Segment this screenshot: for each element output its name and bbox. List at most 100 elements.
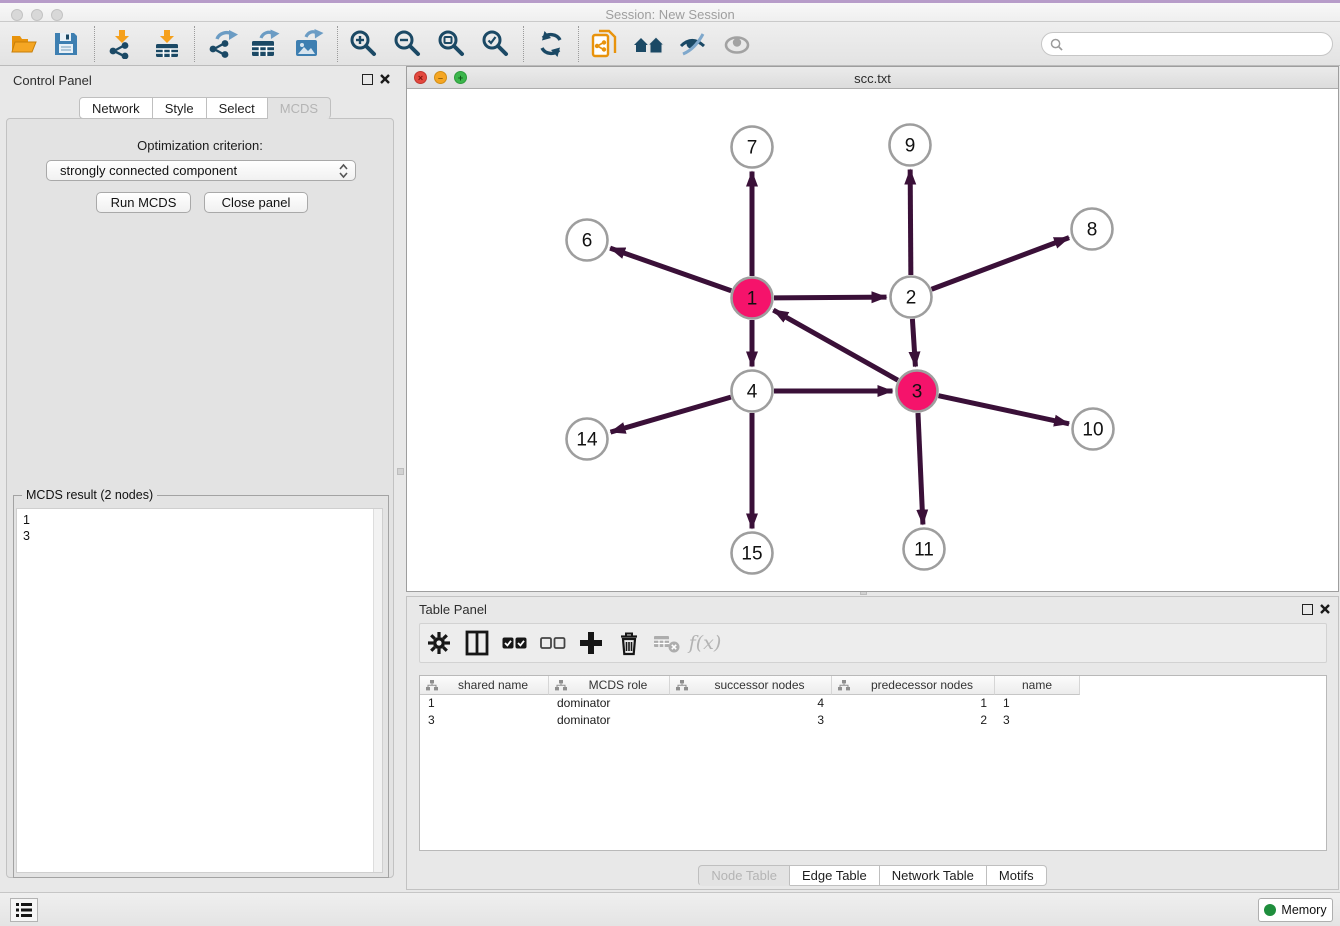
network-window-titlebar[interactable]: × – + scc.txt — [407, 67, 1338, 89]
column-header-shared-name[interactable]: shared name — [420, 676, 549, 695]
table-cell[interactable]: dominator — [549, 695, 670, 712]
close-panel-button[interactable]: Close panel — [204, 192, 308, 213]
graph-node-15[interactable]: 15 — [732, 533, 773, 574]
graph-node-1[interactable]: 1 — [732, 278, 773, 319]
tab-network-table[interactable]: Network Table — [880, 865, 987, 886]
mcds-result-scrollbar[interactable] — [373, 509, 382, 872]
toolbar-separator — [94, 26, 95, 62]
task-history-button[interactable] — [10, 898, 38, 922]
tab-motifs[interactable]: Motifs — [987, 865, 1047, 886]
optimization-criterion-select[interactable]: strongly connected component — [46, 160, 356, 181]
table-cell[interactable]: 1 — [995, 695, 1080, 712]
graph-node-14[interactable]: 14 — [567, 419, 608, 460]
graph-edge-3-1[interactable] — [773, 310, 897, 380]
table-tabs: Node TableEdge TableNetwork TableMotifs — [407, 865, 1338, 886]
column-header-predecessor-nodes[interactable]: predecessor nodes — [832, 676, 995, 695]
export-image-icon[interactable] — [292, 28, 326, 60]
network-canvas-svg[interactable]: 7 9 6 8 1 2 4 3 14 10 15 11 — [407, 89, 1338, 591]
zoom-selected-icon[interactable] — [478, 28, 512, 60]
graph-node-6[interactable]: 6 — [567, 220, 608, 261]
toolbar-separator — [523, 26, 524, 62]
delete-column-icon[interactable] — [610, 627, 648, 659]
vertical-splitter-handle[interactable] — [397, 468, 404, 475]
column-header-name[interactable]: name — [995, 676, 1080, 695]
tab-network[interactable]: Network — [79, 97, 153, 119]
zoom-out-icon[interactable] — [390, 28, 424, 60]
mcds-result-title: MCDS result (2 nodes) — [22, 488, 157, 502]
tab-select[interactable]: Select — [207, 97, 268, 119]
svg-text:4: 4 — [747, 382, 758, 403]
add-column-icon[interactable] — [572, 627, 610, 659]
table-cell[interactable]: 2 — [832, 712, 995, 729]
graph-edge-3-11[interactable] — [918, 413, 923, 525]
table-cell[interactable]: 3 — [420, 712, 549, 729]
zoom-in-icon[interactable] — [346, 28, 380, 60]
show-columns-icon[interactable] — [458, 627, 496, 659]
graph-node-4[interactable]: 4 — [732, 371, 773, 412]
hide-selected-icon[interactable] — [676, 28, 710, 60]
column-header-successor-nodes[interactable]: successor nodes — [670, 676, 832, 695]
table-cell[interactable]: dominator — [549, 712, 670, 729]
tab-style[interactable]: Style — [153, 97, 207, 119]
graph-node-8[interactable]: 8 — [1072, 209, 1113, 250]
table-row[interactable]: 3dominator323 — [420, 712, 1326, 729]
graph-node-11[interactable]: 11 — [904, 529, 945, 570]
table-cell[interactable]: 1 — [420, 695, 549, 712]
graph-node-9[interactable]: 9 — [890, 125, 931, 166]
select-all-icon[interactable] — [496, 627, 534, 659]
search-input[interactable] — [1067, 37, 1317, 51]
table-row[interactable]: 1dominator411 — [420, 695, 1326, 712]
table-cell[interactable]: 3 — [670, 712, 832, 729]
main-toolbar — [0, 22, 1340, 66]
graph-edge-1-2[interactable] — [774, 297, 887, 298]
column-header-MCDS-role[interactable]: MCDS role — [549, 676, 670, 695]
mcds-result-group: MCDS result (2 nodes) 1 3 — [13, 495, 389, 878]
table-panel: Table Panel — [406, 596, 1339, 890]
memory-button[interactable]: Memory — [1258, 898, 1333, 922]
shared-column-icon — [426, 680, 438, 691]
table-cell[interactable]: 3 — [995, 712, 1080, 729]
show-hidden-icon[interactable] — [720, 28, 754, 60]
graph-edge-4-14[interactable] — [611, 397, 731, 432]
graph-edge-1-6[interactable] — [610, 248, 731, 291]
export-network-icon[interactable] — [206, 28, 240, 60]
table-body: 1dominator4113dominator323 — [420, 695, 1326, 728]
tab-node-table[interactable]: Node Table — [698, 865, 790, 886]
apply-layout-icon[interactable] — [534, 28, 568, 60]
graph-edge-2-8[interactable] — [932, 238, 1069, 290]
function-builder-icon: f(x) — [686, 627, 724, 659]
tab-edge-table[interactable]: Edge Table — [790, 865, 880, 886]
graph-edge-2-9[interactable] — [910, 169, 911, 275]
table-settings-icon[interactable] — [420, 627, 458, 659]
node-table: shared nameMCDS rolesuccessor nodesprede… — [419, 675, 1327, 851]
graph-node-7[interactable]: 7 — [732, 127, 773, 168]
export-table-icon[interactable] — [248, 28, 282, 60]
run-mcds-button[interactable]: Run MCDS — [96, 192, 191, 213]
graph-edge-2-3[interactable] — [912, 319, 915, 367]
graph-node-10[interactable]: 10 — [1073, 409, 1114, 450]
graph-node-2[interactable]: 2 — [891, 277, 932, 318]
table-cell[interactable]: 4 — [670, 695, 832, 712]
table-close-icon[interactable] — [1319, 603, 1331, 615]
show-networks-icon[interactable] — [632, 28, 666, 60]
toolbar-search[interactable] — [1041, 32, 1333, 56]
open-session-icon[interactable] — [7, 28, 41, 60]
close-panel-icon[interactable] — [379, 73, 391, 85]
table-cell[interactable]: 1 — [832, 695, 995, 712]
deselect-all-icon[interactable] — [534, 627, 572, 659]
graph-node-3[interactable]: 3 — [897, 371, 938, 412]
mcds-result-textarea[interactable]: 1 3 — [16, 508, 383, 873]
clone-network-icon[interactable] — [588, 28, 622, 60]
shared-column-icon — [555, 680, 567, 691]
import-table-icon[interactable] — [150, 28, 184, 60]
status-bar: Memory — [0, 892, 1340, 926]
graph-edge-3-10[interactable] — [939, 396, 1070, 424]
zoom-fit-icon[interactable] — [434, 28, 468, 60]
svg-text:7: 7 — [747, 138, 758, 159]
float-panel-icon[interactable] — [362, 74, 373, 85]
import-network-icon[interactable] — [104, 28, 138, 60]
svg-text:3: 3 — [912, 382, 923, 403]
table-float-icon[interactable] — [1302, 604, 1313, 615]
tab-mcds[interactable]: MCDS — [268, 97, 331, 119]
save-session-icon[interactable] — [49, 28, 83, 60]
